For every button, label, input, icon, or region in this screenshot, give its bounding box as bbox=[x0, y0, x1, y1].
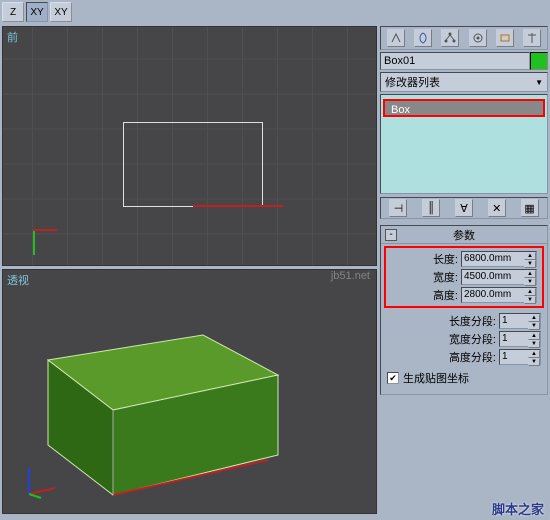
lseg-spinner[interactable]: 1 ▲▼ bbox=[499, 313, 541, 329]
object-color-swatch[interactable] bbox=[530, 52, 548, 70]
object-name-field[interactable]: Box01 bbox=[380, 52, 530, 70]
spin-up-icon[interactable]: ▲ bbox=[524, 288, 536, 296]
genmap-checkbox[interactable]: ✔ bbox=[387, 372, 399, 384]
tab-modify[interactable] bbox=[414, 29, 432, 47]
checkmark-icon: ✔ bbox=[389, 373, 397, 383]
spin-up-icon[interactable]: ▲ bbox=[524, 270, 536, 278]
footer-credit: 脚本之家 bbox=[492, 499, 544, 518]
hseg-spinner[interactable]: 1 ▲▼ bbox=[499, 349, 541, 365]
stack-item-box-label: Box bbox=[391, 104, 410, 116]
viewport-front-label: 前 bbox=[7, 29, 18, 45]
make-unique-icon[interactable]: ∀ bbox=[455, 199, 473, 217]
constraint-xy[interactable]: XY bbox=[26, 2, 48, 22]
modifier-stack[interactable]: Box bbox=[380, 94, 548, 194]
rollout-collapse-icon[interactable]: - bbox=[385, 229, 397, 241]
spin-up-icon[interactable]: ▲ bbox=[528, 332, 540, 340]
length-spinner[interactable]: 6800.0mm ▲▼ bbox=[461, 251, 537, 267]
width-spinner[interactable]: 4500.0mm ▲▼ bbox=[461, 269, 537, 285]
lseg-label: 长度分段: bbox=[449, 313, 496, 329]
pin-stack-icon[interactable]: ⊣ bbox=[389, 199, 407, 217]
wseg-label: 宽度分段: bbox=[449, 331, 496, 347]
remove-modifier-icon[interactable]: ✕ bbox=[488, 199, 506, 217]
lseg-value[interactable]: 1 bbox=[500, 314, 528, 328]
rollout-header[interactable]: - 参数 bbox=[381, 226, 547, 244]
watermark-text: jb51.net bbox=[331, 270, 370, 282]
viewport-perspective-label: 透视 bbox=[7, 272, 29, 288]
spin-down-icon[interactable]: ▼ bbox=[528, 322, 540, 330]
spin-up-icon[interactable]: ▲ bbox=[524, 252, 536, 260]
tab-motion[interactable] bbox=[469, 29, 487, 47]
spin-down-icon[interactable]: ▼ bbox=[524, 296, 536, 304]
stack-toolbar: ⊣ ║ ∀ ✕ ▦ bbox=[380, 197, 548, 219]
show-end-result-icon[interactable]: ║ bbox=[422, 199, 440, 217]
length-value[interactable]: 6800.0mm bbox=[462, 252, 524, 266]
stack-item-box[interactable]: Box bbox=[383, 99, 545, 117]
tab-create[interactable] bbox=[387, 29, 405, 47]
wseg-spinner[interactable]: 1 ▲▼ bbox=[499, 331, 541, 347]
spin-up-icon[interactable]: ▲ bbox=[528, 350, 540, 358]
tab-hierarchy[interactable] bbox=[441, 29, 459, 47]
length-label: 长度: bbox=[433, 251, 458, 267]
modifier-list-dropdown[interactable]: 修改器列表 bbox=[380, 72, 548, 92]
width-label: 宽度: bbox=[433, 269, 458, 285]
axis-constraint-toolbar: Z XY XY bbox=[0, 0, 550, 24]
box-wireframe bbox=[123, 122, 263, 207]
viewport-front[interactable]: 前 bbox=[2, 26, 377, 266]
constraint-xy-label: XY bbox=[30, 7, 43, 18]
hseg-label: 高度分段: bbox=[449, 349, 496, 365]
constraint-z-label: Z bbox=[10, 7, 16, 18]
genmap-label: 生成贴图坐标 bbox=[403, 370, 469, 386]
dimensions-callout: 长度: 6800.0mm ▲▼ 宽度: 4500.0mm ▲▼ 高度: 2800… bbox=[384, 246, 544, 308]
viewport-container: 前 透视 bbox=[2, 26, 377, 516]
spin-down-icon[interactable]: ▼ bbox=[524, 260, 536, 268]
command-panel: Box01 修改器列表 Box ⊣ ║ ∀ ✕ ▦ - 参数 长度: 6800.… bbox=[380, 26, 548, 516]
height-value[interactable]: 2800.0mm bbox=[462, 288, 524, 302]
spin-up-icon[interactable]: ▲ bbox=[528, 314, 540, 322]
constraint-xy-alt[interactable]: XY bbox=[50, 2, 72, 22]
hseg-value[interactable]: 1 bbox=[500, 350, 528, 364]
rollout-title: 参数 bbox=[453, 227, 475, 243]
modifier-list-label: 修改器列表 bbox=[385, 74, 440, 90]
spin-down-icon[interactable]: ▼ bbox=[528, 340, 540, 348]
spin-down-icon[interactable]: ▼ bbox=[524, 278, 536, 286]
command-panel-tabs bbox=[380, 26, 548, 50]
constraint-xy-alt-label: XY bbox=[54, 7, 67, 18]
spin-down-icon[interactable]: ▼ bbox=[528, 358, 540, 366]
tab-utilities[interactable] bbox=[523, 29, 541, 47]
configure-sets-icon[interactable]: ▦ bbox=[521, 199, 539, 217]
tab-display[interactable] bbox=[496, 29, 514, 47]
box-shaded bbox=[28, 300, 298, 500]
height-label: 高度: bbox=[433, 287, 458, 303]
gizmo-x-axis bbox=[193, 205, 283, 207]
width-value[interactable]: 4500.0mm bbox=[462, 270, 524, 284]
view-axis-tripod-persp bbox=[23, 464, 59, 503]
viewport-perspective[interactable]: 透视 bbox=[2, 269, 377, 514]
height-spinner[interactable]: 2800.0mm ▲▼ bbox=[461, 287, 537, 303]
constraint-z[interactable]: Z bbox=[2, 2, 24, 22]
view-axis-tripod-front bbox=[33, 229, 57, 255]
parameters-rollout: - 参数 长度: 6800.0mm ▲▼ 宽度: 4500.0mm ▲▼ 高度: bbox=[380, 225, 548, 395]
wseg-value[interactable]: 1 bbox=[500, 332, 528, 346]
